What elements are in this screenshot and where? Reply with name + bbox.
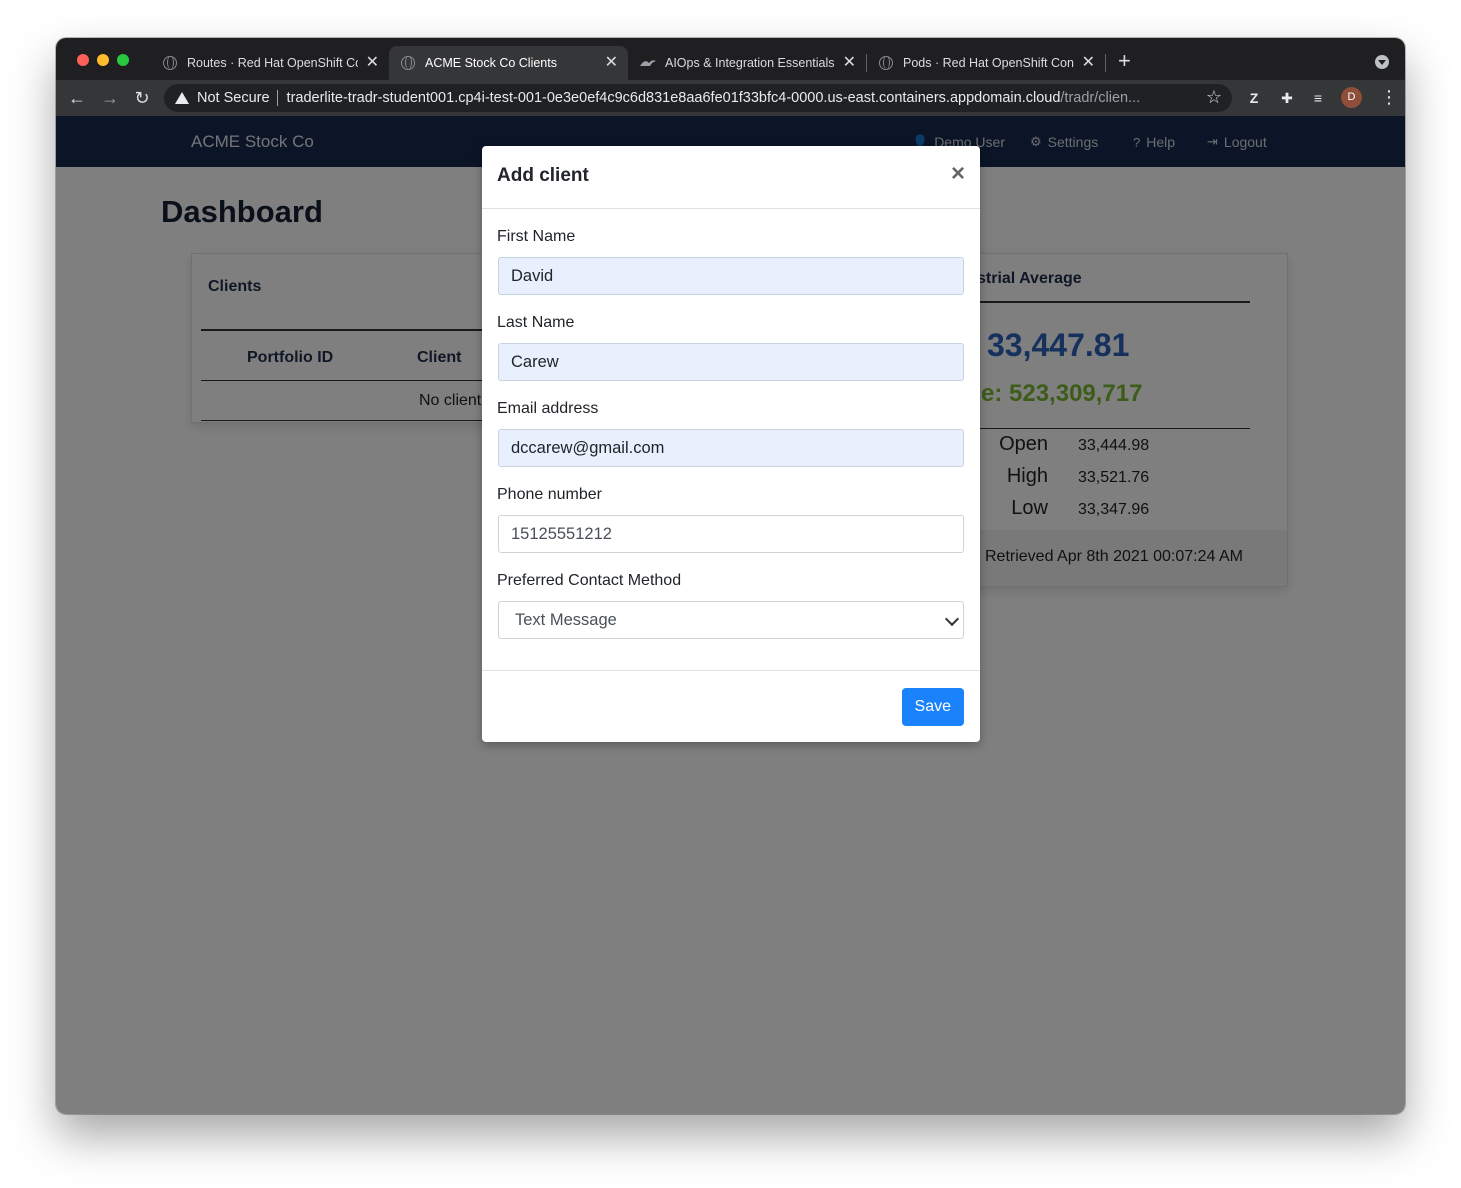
tab-aiops[interactable]: AIOps & Integration Essentials ✕ [628,46,866,80]
last-name-input[interactable] [498,343,964,381]
page-content: ACME Stock Co 👤 Demo User ⚙ Settings ? H… [56,116,1405,1114]
close-window-button[interactable] [77,54,89,66]
url-path: /tradr/clien... [1060,90,1141,106]
add-client-modal: Add client × First Name Last Name Email … [482,146,980,742]
bookmark-star-icon[interactable]: ☆ [1206,87,1222,108]
modal-header: Add client × [482,146,980,209]
phone-label: Phone number [497,486,602,503]
tab-title: Pods · Red Hat OpenShift Cont [903,56,1074,70]
tab-search-icon[interactable] [1375,55,1389,69]
close-tab-icon[interactable]: ✕ [366,55,379,71]
globe-icon [879,56,893,70]
modal-footer-divider [482,670,980,671]
warning-icon [175,92,189,104]
browser-window: Routes · Red Hat OpenShift Co ✕ ACME Sto… [56,38,1405,1114]
reload-icon[interactable]: ↻ [131,87,153,109]
chevron-down-icon [944,611,960,627]
close-tab-icon[interactable]: ✕ [843,55,856,71]
phone-input[interactable] [498,515,964,553]
address-divider [276,90,278,106]
bird-icon [640,60,656,66]
first-name-label: First Name [497,228,576,245]
last-name-label: Last Name [497,314,575,331]
browser-menu-icon[interactable]: ⋮ [1380,86,1398,108]
close-tab-icon[interactable]: ✕ [605,55,618,71]
save-button[interactable]: Save [901,688,964,726]
email-label: Email address [497,400,599,417]
url-host: traderlite-tradr-student001.cp4i-test-00… [286,90,1061,106]
tab-acme-clients[interactable]: ACME Stock Co Clients ✕ [389,46,628,80]
globe-icon [401,56,415,70]
maximize-window-button[interactable] [117,54,129,66]
tab-title: AIOps & Integration Essentials [665,56,835,70]
security-label[interactable]: Not Secure [197,90,270,106]
extension-z-icon[interactable]: Z [1244,88,1264,108]
puzzle-extensions-icon[interactable]: ✚ [1277,88,1297,108]
tab-pods[interactable]: Pods · Red Hat OpenShift Cont ✕ [867,46,1105,80]
tab-routes[interactable]: Routes · Red Hat OpenShift Co ✕ [151,46,389,80]
new-tab-button[interactable]: + [1118,50,1131,72]
contact-method-selected: Text Message [515,610,617,629]
globe-icon [163,56,177,70]
contact-method-label: Preferred Contact Method [497,572,682,589]
minimize-window-button[interactable] [97,54,109,66]
modal-title: Add client [497,165,589,186]
profile-avatar[interactable]: D [1341,87,1362,108]
contact-method-select[interactable]: Text Message [498,601,964,639]
tab-strip: Routes · Red Hat OpenShift Co ✕ ACME Sto… [56,38,1405,80]
tab-title: ACME Stock Co Clients [425,56,557,70]
browser-toolbar: ← → ↻ Not Secure traderlite-tradr-studen… [56,80,1405,116]
email-input[interactable] [498,429,964,467]
forward-icon[interactable]: → [99,87,121,109]
address-bar[interactable]: Not Secure traderlite-tradr-student001.c… [164,84,1232,112]
tab-title: Routes · Red Hat OpenShift Co [187,56,358,70]
first-name-input[interactable] [498,257,964,295]
media-queue-icon[interactable]: ≡ [1308,88,1328,108]
tab-separator [1105,54,1106,72]
close-tab-icon[interactable]: ✕ [1082,55,1095,71]
close-icon[interactable]: × [951,162,965,186]
back-icon[interactable]: ← [66,87,88,109]
